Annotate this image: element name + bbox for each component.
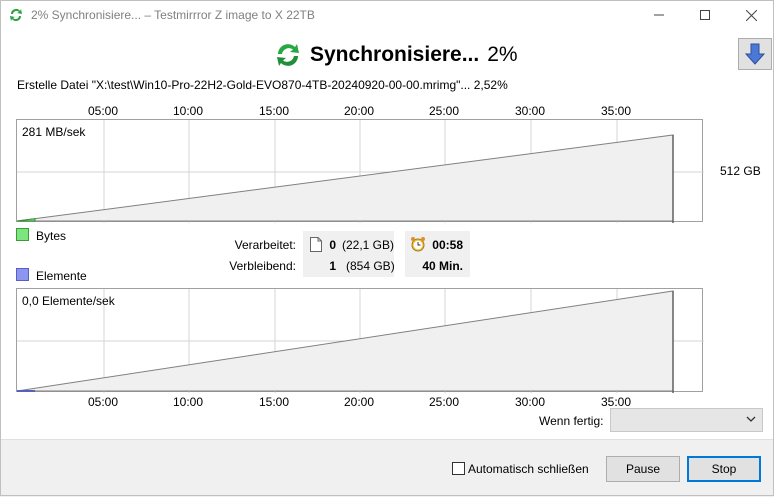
minimize-icon: [654, 14, 664, 16]
items-chart-plot: [17, 289, 704, 393]
collapse-button[interactable]: [738, 38, 772, 70]
when-done-label: Wenn fertig:: [539, 414, 604, 428]
items-legend-swatch: [16, 268, 29, 281]
minimize-button[interactable]: [636, 0, 682, 30]
bytes-legend-swatch: [16, 228, 29, 241]
items-chart: 0,0 Elemente/sek: [16, 288, 704, 393]
items-rate: 0,0 Elemente/sek: [22, 294, 115, 308]
sync-arrows-icon: [277, 44, 299, 66]
stop-button-label: Stop: [711, 462, 737, 476]
timeline-tick: 30:00: [514, 104, 546, 118]
timeline-tick: 30:00: [514, 395, 546, 409]
progress-area: [17, 218, 36, 222]
processed-label: Verarbeitet:: [234, 238, 296, 252]
projection-area: [17, 134, 674, 222]
bytes-rate: 281 MB/sek: [22, 125, 86, 139]
window-title: 2% Synchronisiere... – Testmirrror Z ima…: [31, 8, 315, 22]
pause-button-label: Pause: [625, 462, 661, 476]
remaining-count: 1: [329, 259, 336, 273]
arrow-down-icon: [745, 43, 765, 65]
timeline-tick: 20:00: [343, 395, 375, 409]
remaining-size: (854 GB): [346, 259, 395, 273]
timeline-tick: 20:00: [343, 104, 375, 118]
bytes-total: 512 GB: [720, 164, 761, 178]
timeline-tick: 35:00: [600, 104, 632, 118]
timeline-tick: 05:00: [87, 395, 119, 409]
timeline-tick: 10:00: [172, 104, 204, 118]
timeline-tick: 15:00: [258, 395, 290, 409]
remaining-label: Verbleibend:: [229, 259, 296, 273]
alarm-clock-icon: [411, 237, 425, 252]
timeline-tick: 05:00: [87, 104, 119, 118]
maximize-button[interactable]: [682, 0, 728, 30]
auto-close-checkbox[interactable]: [452, 462, 465, 475]
timeline-tick: 10:00: [172, 395, 204, 409]
title-bar: 2% Synchronisiere... – Testmirrror Z ima…: [0, 0, 774, 31]
elapsed-time: 00:58: [432, 238, 463, 252]
items-legend-label: Elemente: [36, 269, 87, 283]
timeline-tick: 35:00: [600, 395, 632, 409]
processed-size: (22,1 GB): [342, 238, 395, 252]
timeline-tick: 25:00: [428, 104, 460, 118]
status-text: Synchronisiere...: [310, 43, 480, 66]
sync-app-icon: [10, 9, 22, 22]
bytes-legend-label: Bytes: [36, 229, 67, 243]
close-button[interactable]: [728, 0, 774, 30]
bytes-chart: 281 MB/sek: [16, 119, 704, 223]
remaining-time: 40 Min.: [422, 259, 463, 273]
bytes-chart-plot: [17, 120, 704, 223]
maximize-icon: [700, 10, 710, 20]
status-heading: Synchronisiere... 2%: [274, 40, 518, 70]
chevron-down-icon: [746, 416, 756, 422]
pause-button[interactable]: Pause: [606, 456, 680, 482]
status-percent: 2%: [487, 43, 518, 66]
stop-button[interactable]: Stop: [687, 456, 761, 482]
auto-close-label[interactable]: Automatisch schließen: [468, 462, 589, 476]
timeline-tick: 15:00: [258, 104, 290, 118]
close-icon: [745, 9, 757, 21]
processed-count: 0: [329, 238, 336, 252]
timeline-tick: 25:00: [428, 395, 460, 409]
current-file-text: Erstelle Datei "X:\test\Win10-Pro-22H2-G…: [17, 78, 508, 92]
when-done-select[interactable]: [610, 408, 763, 432]
